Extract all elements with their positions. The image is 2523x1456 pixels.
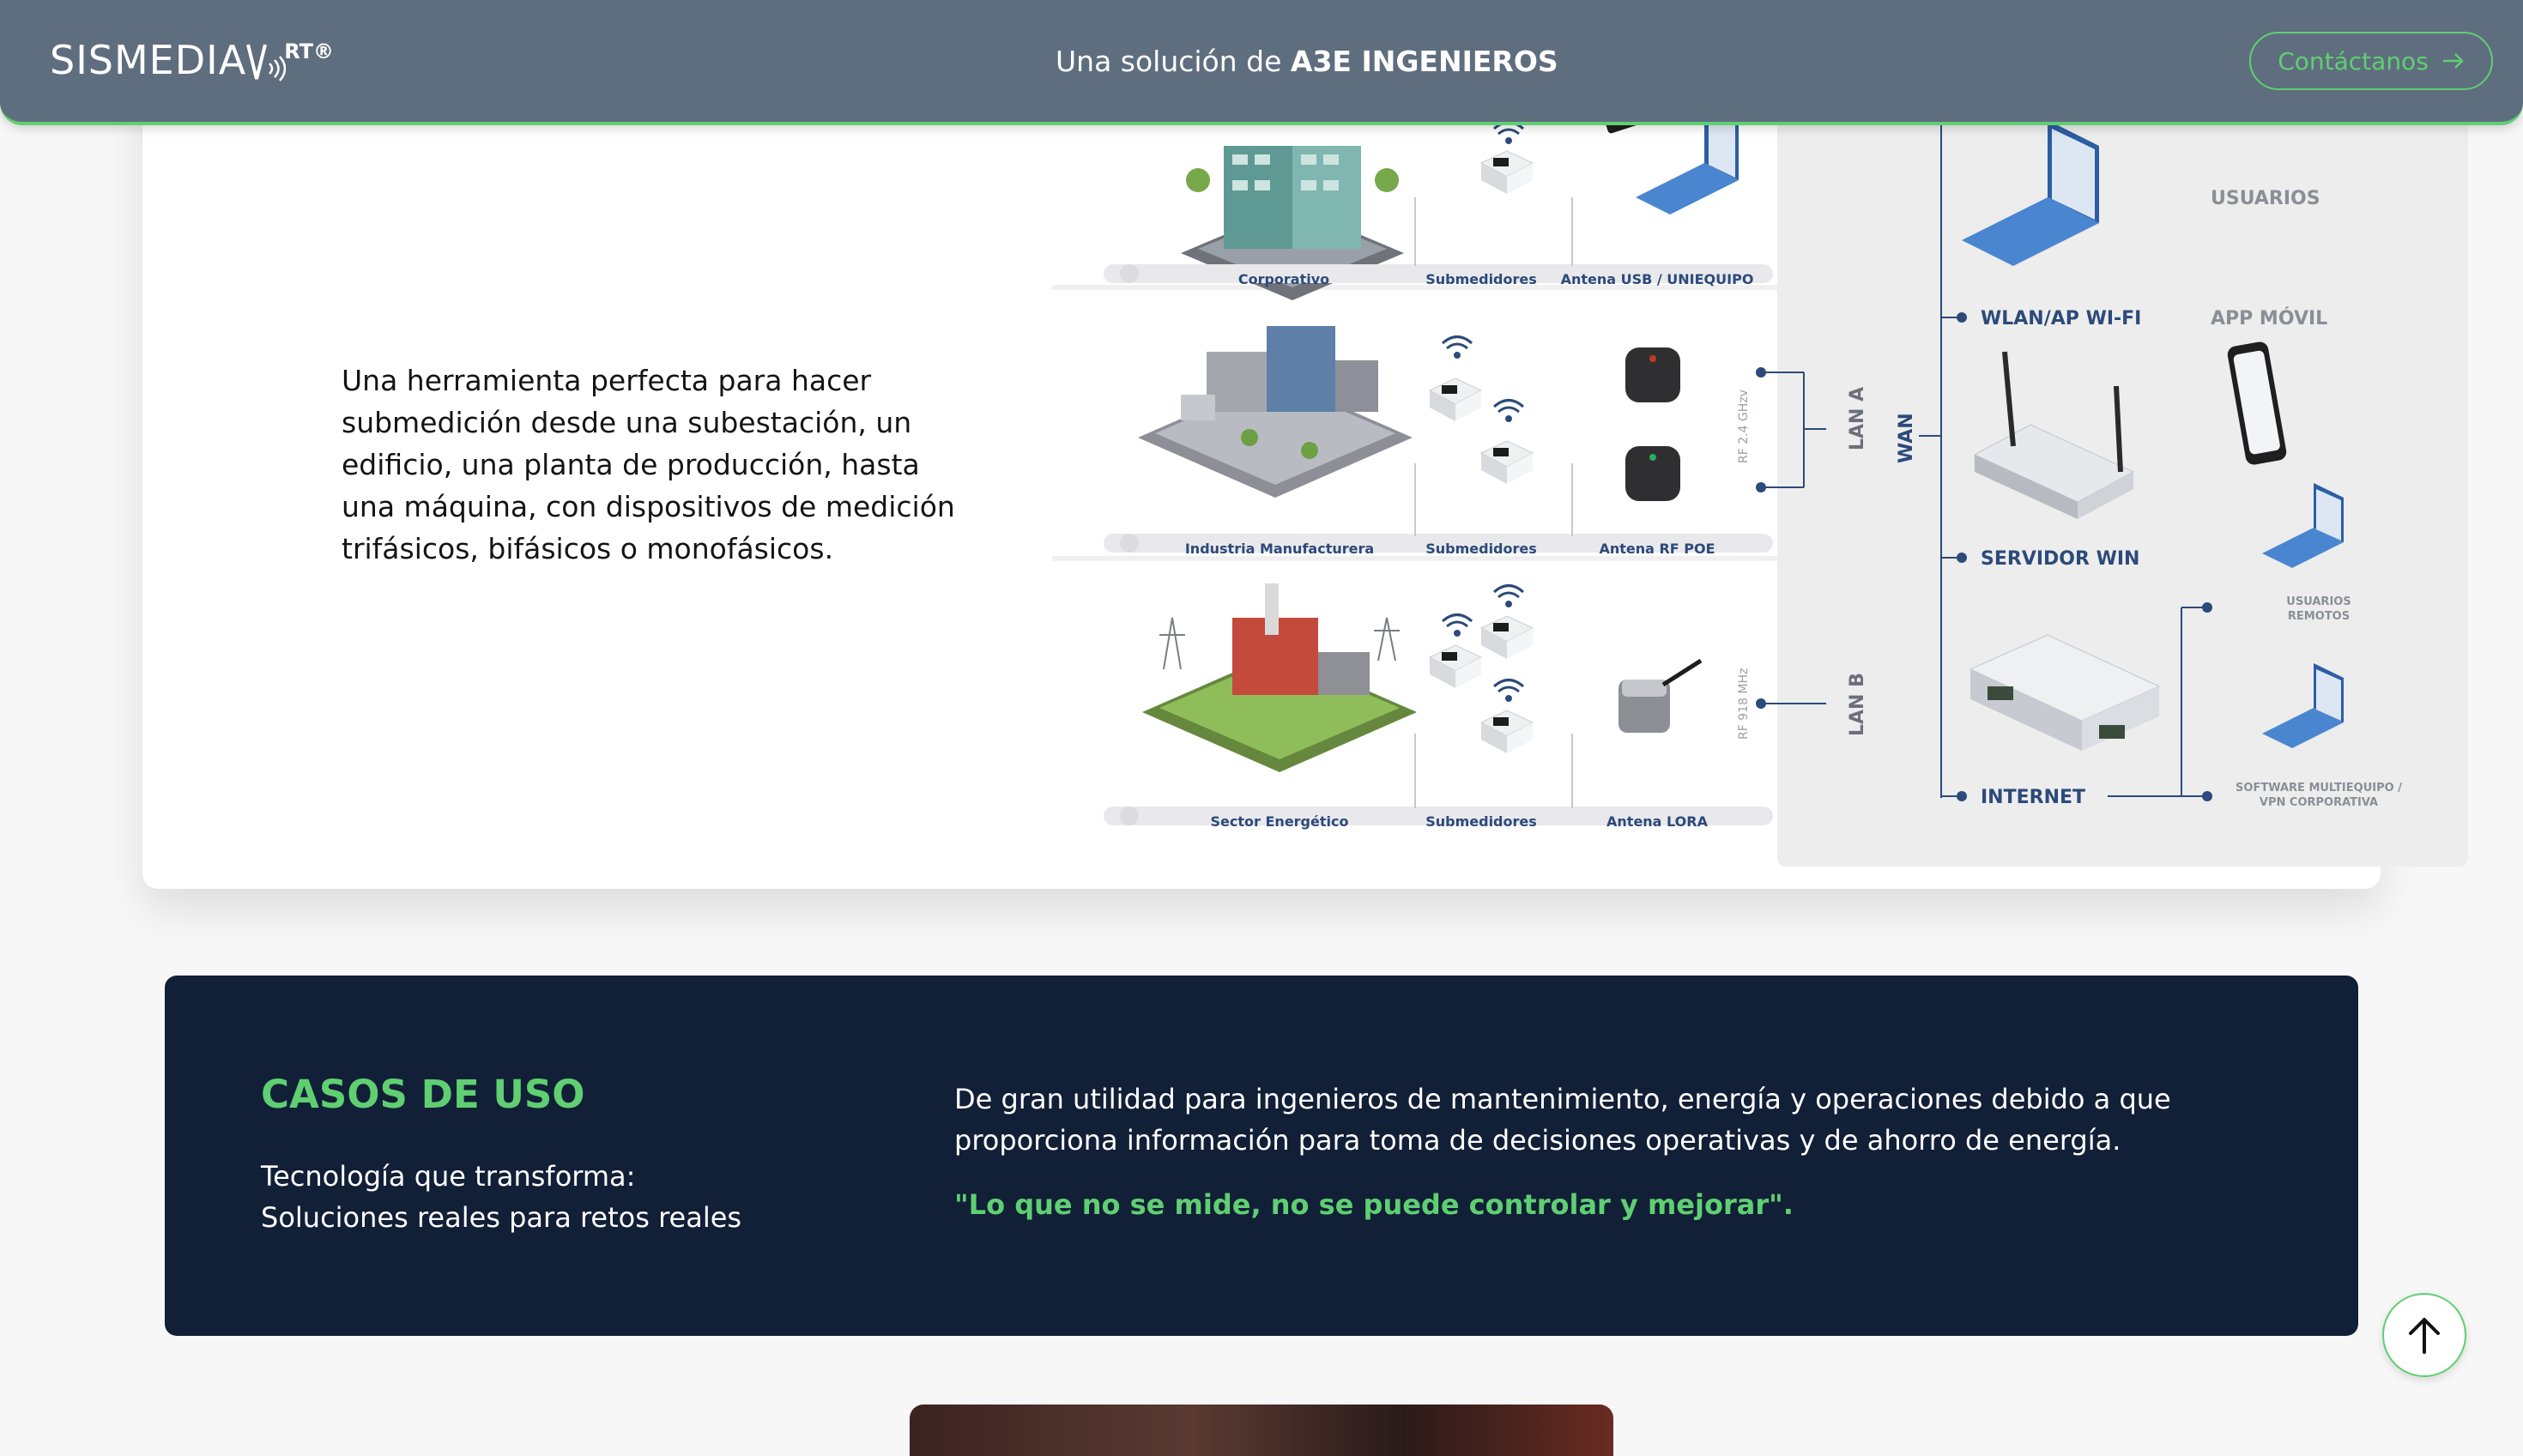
label-antenna-2: Antena RF POE — [1599, 541, 1715, 557]
usuarios-remotos-label-1: USUARIOS — [2286, 595, 2351, 608]
use-cases-description: De gran utilidad para ingenieros de mant… — [954, 1083, 2171, 1157]
label-meters-3: Submedidores — [1425, 813, 1537, 830]
rf-antenna-icon — [1625, 347, 1680, 402]
tagline-prefix: Una solución de — [1056, 45, 1291, 78]
arrow-right-icon — [2442, 53, 2464, 69]
solution-card: Una herramienta perfecta para hacer subm… — [142, 34, 2468, 889]
card-description: Una herramienta perfecta para hacer subm… — [342, 364, 955, 565]
software-label-2: VPN CORPORATIVA — [2260, 796, 2378, 809]
use-cases-subtitle: Tecnología que transforma: Soluciones re… — [261, 1156, 741, 1238]
use-cases-subtitle-line2: Soluciones reales para retos reales — [261, 1201, 742, 1234]
site-header: SISMEDIA RT® Una solución de A3E INGENIE… — [0, 0, 2523, 125]
rf-antenna-icon — [1625, 446, 1680, 501]
use-cases-title: CASOS DE USO — [261, 1072, 585, 1117]
logo-suffix: RT® — [284, 39, 334, 63]
logo-text: SISMEDIA — [50, 37, 247, 83]
rf-24-label: RF 2.4 GHzv — [1737, 390, 1751, 463]
contact-button-label: Contáctanos — [2278, 46, 2429, 76]
label-meters-1: Submedidores — [1425, 271, 1537, 287]
label-site-3: Sector Energético — [1211, 813, 1349, 830]
label-site-2: Industria Manufacturera — [1185, 541, 1374, 557]
label-antenna-1: Antena USB / UNIEQUIPO — [1561, 271, 1754, 287]
label-antenna-3: Antena LORA — [1606, 813, 1709, 830]
contact-button[interactable]: Contáctanos — [2249, 32, 2493, 90]
signal-wave-icon — [246, 44, 287, 82]
rf-918-label: RF 918 MHz — [1737, 668, 1751, 740]
arrow-up-icon — [2409, 1318, 2440, 1354]
header-tagline: Una solución de A3E INGENIEROS — [1056, 41, 1558, 82]
scroll-to-top-button[interactable] — [2382, 1293, 2466, 1377]
label-site-1: Corporativo — [1238, 271, 1329, 287]
logo[interactable]: SISMEDIA RT® — [50, 34, 334, 94]
lan-b-label: LAN B — [1847, 673, 1868, 736]
use-cases-section: CASOS DE USO Tecnología que transforma: … — [165, 976, 2358, 1336]
usuarios-label: USUARIOS — [2211, 188, 2320, 209]
network-diagram: Corporativo Submedidores Antena USB / UN… — [1052, 69, 2468, 867]
label-meters-2: Submedidores — [1425, 541, 1537, 557]
servidor-label: SERVIDOR WIN — [1981, 548, 2139, 570]
software-label-1: SOFTWARE MULTIEQUIPO / — [2236, 782, 2402, 794]
wlan-label: WLAN/AP WI-FI — [1981, 308, 2141, 329]
section-image — [910, 1405, 1613, 1456]
use-cases-subtitle-line1: Tecnología que transforma: — [261, 1160, 636, 1193]
usuarios-remotos-label-2: REMOTOS — [2288, 610, 2350, 623]
tagline-brand: A3E INGENIEROS — [1290, 45, 1558, 78]
app-movil-label: APP MÓVIL — [2211, 307, 2327, 329]
use-cases-quote: "Lo que no se mide, no se puede controla… — [954, 1188, 1794, 1221]
wan-label: WAN — [1896, 413, 1917, 463]
internet-label: INTERNET — [1981, 787, 2085, 808]
lan-a-label: LAN A — [1847, 387, 1868, 450]
